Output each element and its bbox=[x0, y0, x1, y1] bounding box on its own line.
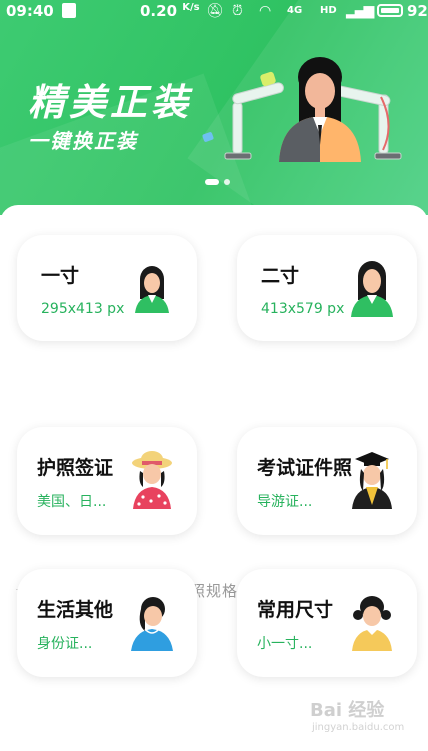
category-card-sub: 小一寸... bbox=[257, 636, 313, 652]
woman-portrait-icon bbox=[351, 261, 393, 317]
mute-icon: 🔕︎ bbox=[206, 3, 224, 19]
graduate-portrait-icon bbox=[352, 452, 392, 509]
status-bar: 09:40 0.20 K/s 🔕︎ ⏰︎ ◠ 4G HD ▂▄▆ 92 bbox=[0, 0, 428, 24]
size-card-dims: 295x413 px bbox=[41, 301, 125, 317]
woman-hat-portrait-icon bbox=[132, 451, 172, 509]
category-card-title: 常用尺寸 bbox=[257, 599, 334, 621]
category-card-passport[interactable]: 护照签证 美国、日... bbox=[17, 427, 197, 535]
wifi-icon: ◠ bbox=[259, 3, 272, 19]
size-card-title: 一寸 bbox=[41, 265, 80, 287]
carousel-dot[interactable] bbox=[224, 179, 230, 185]
size-card-2inch[interactable]: 二寸 413x579 px bbox=[237, 235, 417, 341]
category-card-sub: 身份证... bbox=[37, 636, 93, 652]
signal-4g-icon: 4G bbox=[287, 5, 303, 16]
woman-portrait-icon bbox=[135, 266, 169, 313]
size-card-1inch[interactable]: 一寸 295x413 px bbox=[17, 235, 197, 341]
battery-icon bbox=[377, 4, 403, 17]
category-card-exam[interactable]: 考试证件照 导游证... bbox=[237, 427, 417, 535]
carousel-dot-active[interactable] bbox=[205, 179, 219, 185]
notification-icon bbox=[62, 3, 76, 18]
watermark-logo: Bai 经验 bbox=[310, 700, 385, 721]
alarm-icon: ⏰︎ bbox=[232, 3, 243, 19]
battery-level: 92 bbox=[407, 2, 428, 20]
category-card-title: 考试证件照 bbox=[257, 457, 353, 479]
category-card-sub: 导游证... bbox=[257, 494, 313, 510]
hd-icon: HD bbox=[320, 5, 337, 16]
banner-title: 精美正装 bbox=[28, 81, 192, 124]
size-card-title: 二寸 bbox=[261, 265, 300, 287]
status-time: 09:40 bbox=[6, 2, 54, 20]
main-content: 一寸 295x413 px 二寸 413x579 px 证件照规格分类 护照签证… bbox=[0, 205, 428, 751]
carousel-indicator bbox=[205, 179, 235, 198]
category-card-title: 护照签证 bbox=[37, 457, 114, 479]
signal-icon: ▂▄▆ bbox=[346, 3, 374, 19]
woman-portrait-icon bbox=[131, 597, 173, 651]
category-card-sub: 美国、日... bbox=[37, 494, 107, 510]
banner-illustration bbox=[202, 57, 402, 162]
category-card-common-sizes[interactable]: 常用尺寸 小一寸... bbox=[237, 569, 417, 677]
girl-portrait-icon bbox=[352, 596, 392, 651]
network-speed: 0.20 K/s bbox=[140, 2, 200, 20]
network-speed-value: 0.20 bbox=[140, 2, 178, 20]
banner-subtitle: 一键换正装 bbox=[28, 129, 138, 153]
network-speed-unit: K/s bbox=[182, 2, 200, 13]
category-card-life[interactable]: 生活其他 身份证... bbox=[17, 569, 197, 677]
watermark-url: jingyan.baidu.com bbox=[312, 722, 405, 733]
size-card-dims: 413x579 px bbox=[261, 301, 345, 317]
category-card-title: 生活其他 bbox=[37, 599, 114, 621]
banner[interactable]: 精美正装 一键换正装 bbox=[0, 0, 428, 215]
